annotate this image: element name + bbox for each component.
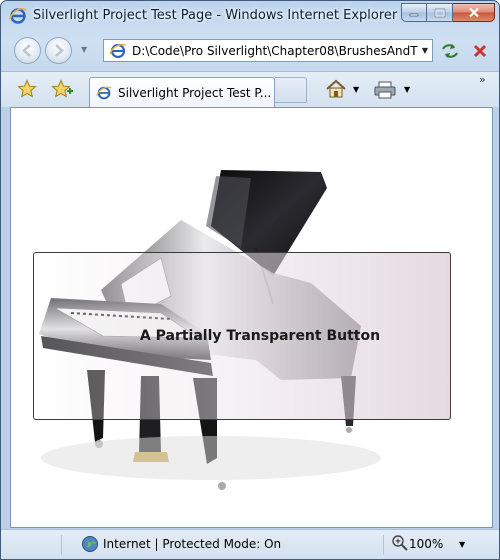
back-arrow-icon [22,44,31,57]
caption-buttons [401,3,495,23]
globe-icon [82,536,98,552]
page-icon [109,43,127,58]
zoom-icon[interactable] [391,534,409,552]
address-bar[interactable]: D:\Code\Pro Silverlight\Chapter08\Brushe… [103,39,433,62]
zoom-level[interactable]: 100% [409,537,443,551]
ie-tab-icon [96,86,112,99]
transparent-button[interactable]: A Partially Transparent Button [33,252,451,420]
maximize-button[interactable] [427,3,453,22]
history-dropdown[interactable]: ▼ [81,45,87,54]
transparent-button-label: A Partially Transparent Button [139,328,381,344]
add-favorites-icon[interactable] [51,79,73,99]
maximize-icon [434,8,445,17]
status-divider [383,535,384,555]
minimize-button[interactable] [401,3,427,22]
more-tools-chevron[interactable]: » [479,73,486,86]
browser-window: Silverlight Project Test Page - Windows … [0,0,500,560]
title-bar: Silverlight Project Test Page - Windows … [1,1,499,31]
forward-arrow-icon [55,44,64,57]
print-icon[interactable] [373,80,397,100]
zoom-dropdown[interactable]: ▼ [459,540,465,549]
close-icon [468,7,479,18]
page-content: A Partially Transparent Button [10,107,493,528]
stop-button[interactable] [467,39,493,62]
ie-icon [9,7,27,24]
tab-label: Silverlight Project Test P... [118,85,272,100]
stop-icon [473,44,487,57]
tab-silverlight-test-page[interactable]: Silverlight Project Test P... [89,77,275,107]
forward-button[interactable] [45,37,72,64]
home-icon[interactable] [325,79,347,99]
new-tab-button[interactable] [275,77,307,103]
back-button[interactable] [14,37,41,64]
refresh-button[interactable] [437,39,463,62]
address-input[interactable]: D:\Code\Pro Silverlight\Chapter08\Brushe… [132,44,418,58]
security-zone-text[interactable]: Internet | Protected Mode: On [103,537,281,551]
window-title: Silverlight Project Test Page - Windows … [33,8,398,23]
status-bar: Internet | Protected Mode: On 100% ▼ [1,529,499,559]
print-dropdown[interactable]: ▼ [404,85,410,94]
favorites-star-icon[interactable] [17,79,37,99]
close-button[interactable] [453,3,495,22]
status-divider [61,535,62,555]
address-dropdown[interactable]: ▼ [418,46,432,55]
minimize-icon [409,13,419,16]
refresh-icon [442,43,458,58]
home-dropdown[interactable]: ▼ [353,85,359,94]
